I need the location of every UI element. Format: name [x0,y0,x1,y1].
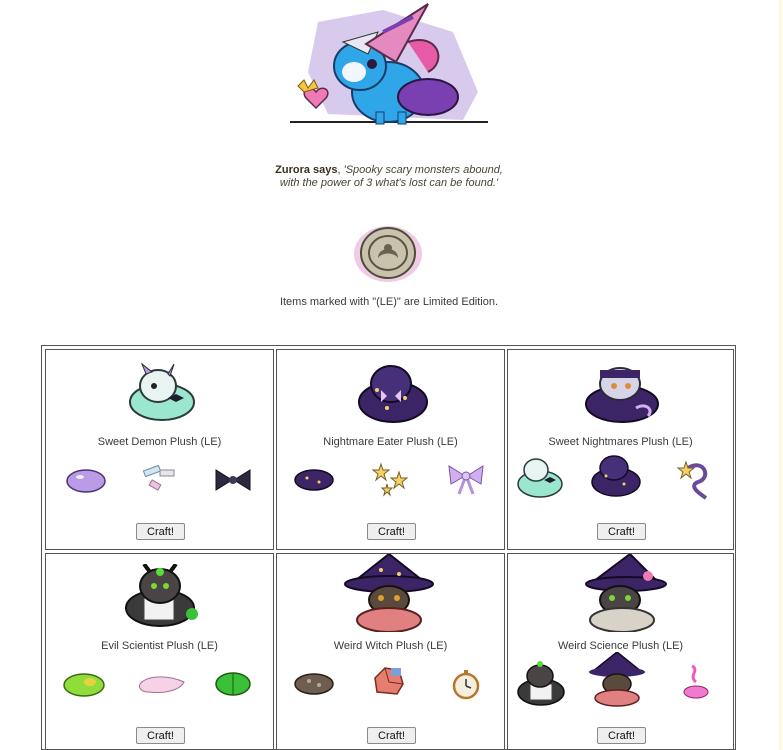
sparkle-stars-icon [369,458,411,503]
recipe-name: Evil Scientist Plush (LE) [101,640,218,652]
craft-button[interactable]: Craft! [136,523,185,540]
npc-quote: Zurora says, 'Spooky scary monsters abou… [275,164,503,189]
recipe-grid: Sweet Demon Plush (LE) Craft! Nightmare … [41,345,736,750]
green-slime-icon [62,672,106,703]
nightmare-eater-plush-icon [588,452,644,505]
craft-button[interactable]: Craft! [597,727,646,744]
craft-button[interactable]: Craft! [367,727,416,744]
sweet-nightmares-plush-icon [576,362,666,431]
candy-bits-icon [140,464,180,499]
recipe-cell: Weird Witch Plush (LE) Craft! [276,552,505,749]
recipe-name: Weird Witch Plush (LE) [333,640,448,652]
star-ribbon-icon [674,458,718,505]
craft-button[interactable]: Craft! [367,523,416,540]
weird-witch-plush-icon [586,651,648,713]
sweet-demon-plush-icon [118,362,204,429]
recipe-cell: Sweet Nightmares Plush (LE) Craft! [507,349,734,550]
craft-button[interactable]: Craft! [597,523,646,540]
lavender-bow-icon [445,462,487,501]
seal-coin-icon [352,224,424,284]
right-edge-strip [779,0,783,750]
purple-slime-icon [64,466,108,499]
pink-puddle-icon [136,672,188,703]
quote-line-1: 'Spooky scary monsters abound, [343,164,503,176]
evil-scientist-plush-icon [514,658,568,713]
evil-scientist-plush-icon [116,562,206,635]
weird-witch-plush-icon [341,552,437,637]
recipe-name: Nightmare Eater Plush (LE) [323,436,458,448]
sweet-demon-plush-icon [514,454,566,505]
recipe-name: Weird Science Plush (LE) [557,640,684,652]
pink-potion-icon [680,662,710,705]
patchwork-rock-icon [371,664,407,703]
nightmare-eater-plush-icon [347,360,437,431]
zurora-npc-portrait [288,2,492,130]
recipe-name: Sweet Demon Plush (LE) [97,436,222,448]
green-disc-icon [214,670,252,703]
npc-speaker: Zurora says [275,164,338,176]
limited-edition-note: Items marked with "(LE)" are Limited Edi… [279,296,499,308]
starry-blob-icon [293,468,335,497]
recipe-cell: Nightmare Eater Plush (LE) Craft! [276,349,505,550]
weird-science-plush-icon [574,552,670,637]
brown-blob-icon [293,672,335,701]
dark-bow-icon [212,466,254,499]
recipe-cell: Weird Science Plush (LE) Craft! [507,552,734,749]
pocket-watch-icon [451,670,481,705]
recipe-cell: Sweet Demon Plush (LE) Craft! [45,349,274,550]
quote-line-2: with the power of 3 what's lost can be f… [279,177,499,189]
craft-button[interactable]: Craft! [136,727,185,744]
recipe-cell: Evil Scientist Plush (LE) Craft! [45,553,274,749]
recipe-name: Sweet Nightmares Plush (LE) [548,436,693,448]
